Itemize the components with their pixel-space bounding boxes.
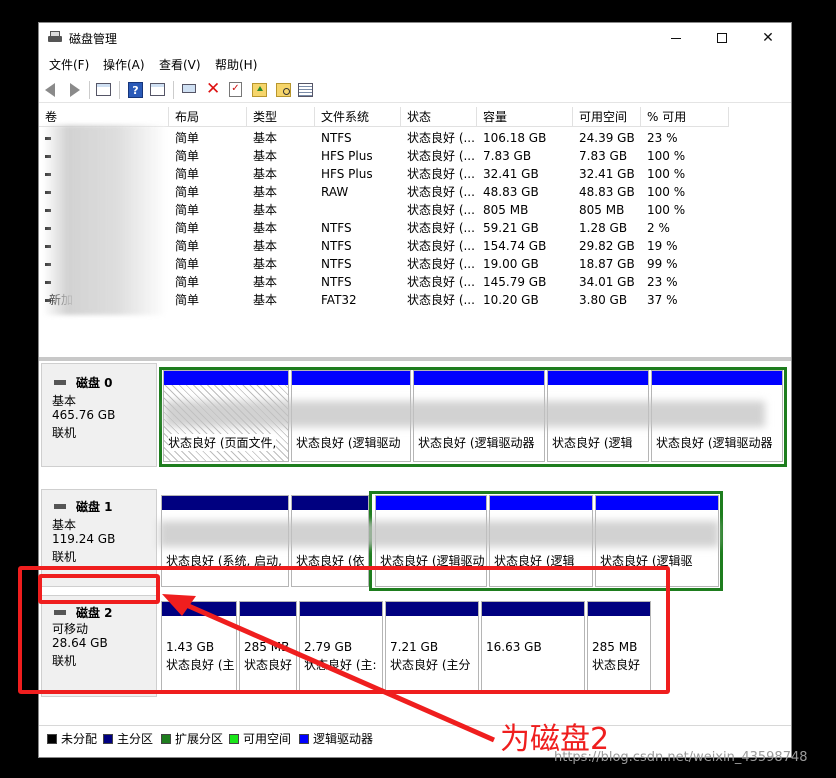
annotation-arrow	[162, 594, 496, 743]
watermark: https://blog.csdn.net/weixin_43598748	[554, 750, 808, 765]
